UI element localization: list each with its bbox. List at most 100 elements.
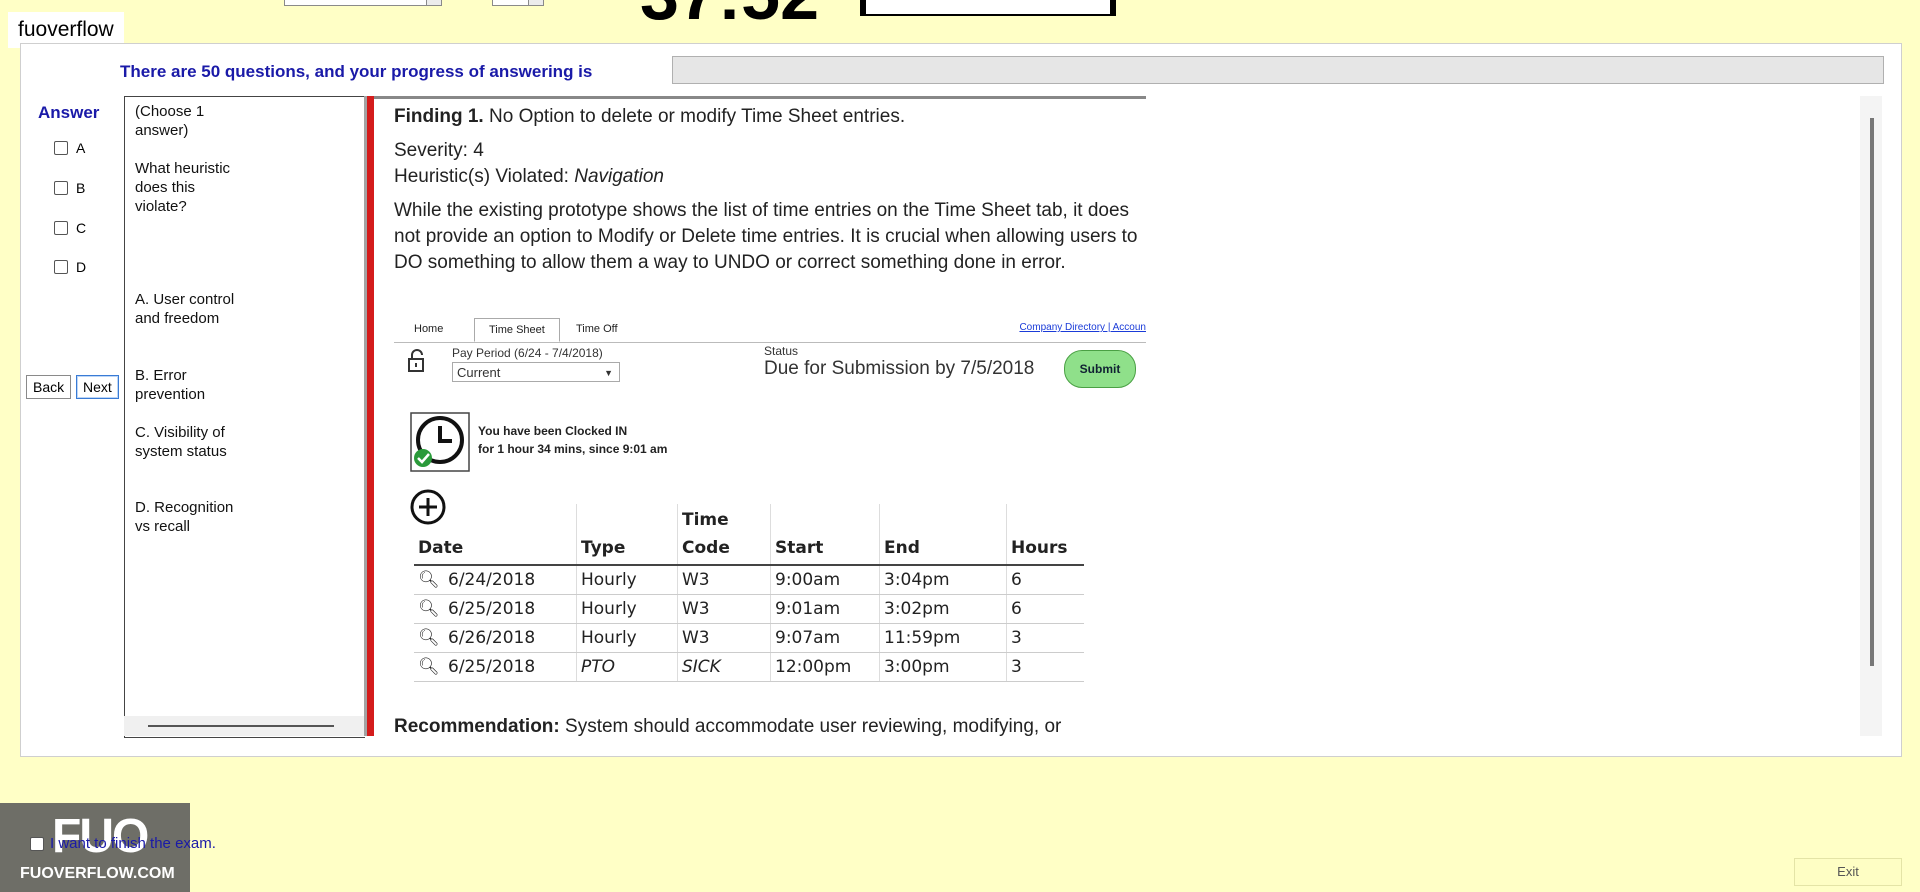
progress-label: There are 50 questions, and your progres… — [120, 62, 593, 81]
recommendation-label: Recommendation: — [394, 716, 560, 736]
hours-cell: 6 — [1006, 594, 1084, 624]
image-top-border — [374, 96, 1146, 99]
question-hscroll-thumb[interactable] — [148, 725, 334, 727]
choice-d: D. Recognition vs recall — [135, 499, 234, 535]
exam-timer: 37:52 — [640, 0, 819, 30]
date-cell: 🔍︎ 6/25/2018 — [414, 652, 577, 682]
answer-option-label: D — [76, 259, 87, 275]
col-hours: Hours — [1006, 504, 1084, 566]
severity: Severity: 4 — [394, 140, 484, 161]
start-cell: 9:07am — [770, 623, 880, 653]
answer-option-a[interactable]: A — [54, 140, 85, 156]
code-cell: W3 — [677, 565, 771, 595]
answer-option-label: A — [76, 140, 86, 156]
hours-cell: 6 — [1006, 565, 1084, 595]
recommendation: Recommendation: System should accommodat… — [394, 716, 1061, 736]
end-cell: 3:00pm — [879, 652, 1007, 682]
col-start: Start — [770, 504, 880, 566]
time-entries-table: Date Type Time Code Start End Hours 🔍︎ 6/… — [414, 504, 1084, 682]
end-cell: 3:04pm — [879, 565, 1007, 595]
answer-checkbox-c[interactable] — [54, 221, 68, 235]
col-date: Date — [414, 504, 577, 566]
code-cell: W3 — [677, 594, 771, 624]
end-cell: 3:02pm — [879, 594, 1007, 624]
type-cell: Hourly — [576, 565, 678, 595]
type-cell: Hourly — [576, 594, 678, 624]
end-cell: 11:59pm — [879, 623, 1007, 653]
screenshot-tab-home: Home — [414, 323, 444, 335]
answer-option-label: B — [76, 180, 86, 196]
start-cell: 12:00pm — [770, 652, 880, 682]
timesheet-submit-button: Submit — [1064, 350, 1136, 388]
date-value: 6/25/2018 — [448, 599, 536, 619]
top-select-b[interactable] — [492, 0, 544, 6]
code-cell: SICK — [677, 652, 771, 682]
answer-title: Answer — [38, 103, 100, 122]
date-cell: 🔍︎ 6/25/2018 — [414, 594, 577, 624]
image-vscroll-thumb[interactable] — [1870, 118, 1874, 666]
hours-cell: 3 — [1006, 652, 1084, 682]
finding-text: No Option to delete or modify Time Sheet… — [483, 106, 906, 127]
col-type: Type — [576, 504, 678, 566]
status-value: Due for Submission by 7/5/2018 — [764, 358, 1035, 379]
status-label: Status — [764, 344, 799, 358]
table-row: 🔍︎ 6/25/2018 Hourly W3 9:01am 3:02pm 6 — [414, 594, 1084, 624]
answer-option-c[interactable]: C — [54, 220, 86, 236]
pay-period-value: Current — [457, 365, 501, 380]
choice-a: A. User control and freedom — [135, 291, 235, 327]
finding-label: Finding 1. — [394, 106, 484, 127]
type-cell: PTO — [576, 652, 678, 682]
finding-text-block: Finding 1. No Option to delete or modify… — [394, 104, 1154, 276]
clocked-in-line2: for 1 hour 34 mins, since 9:01 am — [478, 442, 668, 456]
search-icon: 🔍︎ — [418, 570, 440, 590]
pay-period-label: Pay Period (6/24 - 7/4/2018) — [452, 346, 603, 360]
date-value: 6/26/2018 — [448, 628, 536, 648]
table-header-row: Date Type Time Code Start End Hours — [414, 504, 1084, 566]
exit-button[interactable]: Exit — [1794, 858, 1902, 886]
finish-exam-checkbox[interactable] — [30, 836, 44, 851]
answer-option-b[interactable]: B — [54, 180, 85, 196]
type-cell: Hourly — [576, 623, 678, 653]
timer-box — [860, 0, 1116, 16]
clock-icon — [410, 412, 470, 472]
chevron-down-icon: ▼ — [604, 368, 613, 378]
splitter-accent — [367, 96, 374, 736]
date-value: 6/25/2018 — [448, 657, 536, 677]
answer-option-label: C — [76, 220, 87, 236]
search-icon: 🔍︎ — [418, 599, 440, 619]
choice-c: C. Visibility of system status — [135, 424, 227, 460]
screenshot-tab-timesheet: Time Sheet — [474, 318, 560, 342]
next-button[interactable]: Next — [76, 375, 119, 399]
question-text: What heuristic does this violate? — [135, 160, 231, 215]
back-button[interactable]: Back — [26, 375, 72, 399]
answer-option-d[interactable]: D — [54, 259, 86, 275]
date-cell: 🔍︎ 6/26/2018 — [414, 623, 577, 653]
table-row: 🔍︎ 6/25/2018 PTO SICK 12:00pm 3:00pm 3 — [414, 652, 1084, 682]
code-cell: W3 — [677, 623, 771, 653]
company-directory-link: Company Directory | Accoun — [1019, 322, 1146, 333]
recommendation-text: System should accommodate user reviewing… — [559, 716, 1062, 736]
answer-checkbox-b[interactable] — [54, 181, 68, 195]
answer-checkbox-d[interactable] — [54, 260, 68, 274]
unlock-icon — [408, 349, 424, 372]
top-select-a-arrow[interactable] — [426, 0, 441, 5]
question-hscrollbar[interactable] — [124, 716, 364, 736]
finding-paragraph: While the existing prototype shows the l… — [394, 200, 1138, 273]
top-select-b-arrow[interactable] — [528, 0, 543, 5]
question-instruction: (Choose 1 answer) — [135, 103, 205, 139]
top-select-a[interactable] — [284, 0, 442, 6]
image-vscrollbar[interactable] — [1860, 96, 1882, 736]
search-icon: 🔍︎ — [418, 657, 440, 677]
finish-exam-label: I want to finish the exam. — [50, 835, 216, 852]
progress-bar — [672, 56, 1884, 84]
timesheet-screenshot: Home Time Sheet Time Off Company Directo… — [394, 316, 1146, 696]
heuristic-value: Navigation — [574, 166, 664, 187]
hours-cell: 3 — [1006, 623, 1084, 653]
heuristic-label: Heuristic(s) Violated: — [394, 166, 575, 187]
start-cell: 9:01am — [770, 594, 880, 624]
answer-checkbox-a[interactable] — [54, 141, 68, 155]
watermark-text: FUOVERFLOW.COM — [20, 865, 175, 882]
pay-period-select: Current ▼ — [452, 362, 620, 382]
finish-exam-option[interactable]: I want to finish the exam. — [30, 835, 216, 852]
start-cell: 9:00am — [770, 565, 880, 595]
